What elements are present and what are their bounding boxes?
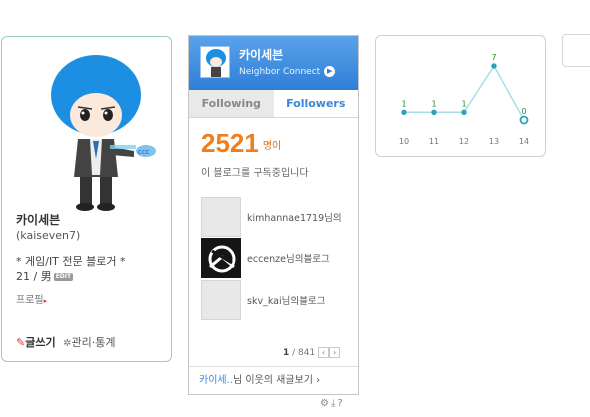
widget-tools: ⚙⤓? [320, 398, 345, 409]
neighbor-connect-label[interactable]: Neighbor Connect [239, 67, 320, 77]
follower-item[interactable]: skv_kai님의블로그 [201, 280, 353, 320]
page-total: / 841 [292, 348, 316, 358]
blog-thumbnail[interactable] [200, 46, 230, 78]
x-tick-label: 11 [429, 137, 439, 146]
data-label: 7 [491, 53, 496, 62]
profile-link-label[interactable]: 프로필 [16, 295, 44, 306]
neighbor-connect-widget: 카이세븐 Neighbor Connect ▶ Following Followe… [188, 35, 359, 395]
x-tick-label: 10 [399, 137, 409, 146]
settings-gear-icon[interactable]: ⚙ [320, 398, 331, 409]
x-tick-label: 13 [489, 137, 499, 146]
follower-count-unit: 명이 [262, 141, 282, 152]
data-point[interactable] [461, 109, 467, 115]
tab-followers[interactable]: Followers [273, 90, 358, 117]
edit-badge[interactable]: EDIT [53, 273, 74, 281]
pagination: 1 / 841 ‹ › [283, 347, 341, 358]
data-point[interactable] [519, 115, 529, 125]
page-current: 1 [283, 348, 290, 358]
neighbor-footer-text[interactable]: 님 이웃의 새글보기 [233, 375, 313, 386]
follower-avatar[interactable] [201, 238, 241, 278]
profile-card: ccc 카이세븐 (kaiseven7) * 게임/IT 전문 블로거 * 21… [1, 36, 172, 362]
profile-age-gender: 21 / 男 [16, 270, 52, 283]
line-chart: 110111112713014 [399, 53, 529, 146]
profile-avatar[interactable]: ccc [38, 49, 158, 219]
x-tick-label: 12 [459, 137, 469, 146]
pencil-icon: ✎ [16, 336, 26, 349]
neighbor-tabs: Following Followers [189, 90, 358, 118]
x-tick-label: 14 [519, 137, 529, 146]
data-point[interactable] [401, 109, 407, 115]
follower-name[interactable]: eccenze님의블로그 [247, 251, 330, 265]
manage-stats-label[interactable]: 관리·통계 [71, 336, 115, 349]
next-page-button[interactable]: › [329, 347, 341, 358]
neighbor-footer-name[interactable]: 카이세.. [199, 375, 233, 386]
data-label: 0 [521, 107, 526, 116]
avatar-icon [206, 49, 226, 77]
subscribe-text: 이 블로그를 구독중입니다 [201, 168, 309, 179]
chevron-right-icon: › [312, 375, 321, 386]
help-icon[interactable]: ? [337, 398, 344, 409]
follower-name[interactable]: kimhannae1719님의 [247, 210, 342, 224]
follower-avatar[interactable] [201, 280, 241, 320]
data-point[interactable] [491, 63, 497, 69]
logo-icon [208, 245, 236, 273]
follower-item[interactable]: eccenze님의블로그 [201, 238, 353, 278]
follower-count: 2521 [201, 128, 259, 158]
neighbor-blog-name[interactable]: 카이세븐 [239, 46, 283, 63]
arrow-right-icon: ▶ [324, 66, 336, 77]
write-post-label[interactable]: 글쓰기 [25, 336, 55, 349]
profile-link[interactable]: 프로필▸ [16, 291, 47, 306]
write-post-button[interactable]: ✎글쓰기 [16, 336, 56, 349]
profile-intro: * 게임/IT 전문 블로거 * 21 / 男 EDIT [16, 254, 166, 284]
visitor-stats-chart: 1 10 1 11 1 12 7 13 0 14 [375, 35, 546, 157]
follower-item[interactable]: kimhannae1719님의 [201, 197, 353, 237]
profile-user-id: (kaiseven7) [16, 229, 81, 242]
profile-intro-line: 21 / 男 EDIT [16, 269, 166, 284]
follower-name[interactable]: skv_kai님의블로그 [247, 293, 325, 307]
svg-text:ccc: ccc [138, 148, 150, 156]
profile-actions: ✎글쓰기 ✲관리·통계 [16, 334, 115, 350]
data-point[interactable] [431, 109, 437, 115]
data-label: 1 [401, 99, 406, 108]
triangle-right-icon: ▸ [43, 297, 48, 305]
neighbor-connect-link[interactable]: Neighbor Connect ▶ [239, 66, 336, 77]
neighbor-header: 카이세븐 Neighbor Connect ▶ [189, 36, 358, 90]
manage-stats-button[interactable]: ✲관리·통계 [63, 336, 115, 349]
profile-intro-line: * 게임/IT 전문 블로거 * [16, 255, 126, 268]
tab-following[interactable]: Following [189, 90, 274, 117]
partial-widget [562, 34, 590, 67]
profile-nickname: 카이세븐 [16, 213, 61, 227]
neighbor-new-posts-link[interactable]: 카이세..님 이웃의 새글보기 › [189, 366, 358, 394]
prev-page-button[interactable]: ‹ [318, 347, 330, 358]
data-label: 1 [431, 99, 436, 108]
data-label: 1 [461, 99, 466, 108]
follower-count-row: 2521 명이 [201, 128, 281, 159]
follower-avatar[interactable] [201, 197, 241, 237]
